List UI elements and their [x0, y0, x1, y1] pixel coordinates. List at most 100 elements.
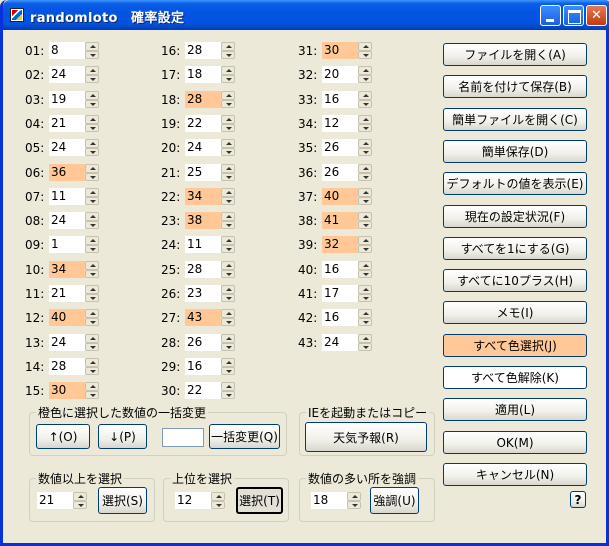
spin-up-icon[interactable]	[85, 42, 99, 51]
spin-up-icon[interactable]	[358, 334, 372, 343]
probability-value[interactable]: 16	[322, 91, 358, 108]
spin-down-icon[interactable]	[221, 390, 235, 399]
spin-down-icon[interactable]	[358, 50, 372, 59]
spin-down-icon[interactable]	[358, 172, 372, 181]
apply-button[interactable]: 適用(L)	[443, 398, 587, 421]
open-file-button[interactable]: ファイルを開く(A)	[443, 43, 587, 66]
spin-up-icon[interactable]	[358, 309, 372, 318]
add-ten-all-button[interactable]: すべてに10プラス(H)	[443, 269, 587, 292]
spin-down-icon[interactable]	[85, 147, 99, 156]
spin-up-icon[interactable]	[85, 139, 99, 148]
probability-value[interactable]: 11	[185, 236, 221, 253]
probability-spinner[interactable]: 16	[322, 309, 372, 326]
spin-up-icon[interactable]	[358, 212, 372, 221]
probability-spinner[interactable]: 34	[49, 261, 99, 278]
probability-value[interactable]: 36	[49, 164, 85, 181]
spin-up-icon[interactable]	[221, 382, 235, 391]
emphasize-value[interactable]: 18	[311, 492, 347, 509]
select-all-color-button[interactable]: すべて色選択(J)	[443, 334, 587, 357]
probability-value[interactable]: 30	[322, 42, 358, 59]
spin-up-icon[interactable]	[221, 115, 235, 124]
spin-down-icon[interactable]	[221, 220, 235, 229]
probability-value[interactable]: 17	[322, 285, 358, 302]
probability-value[interactable]: 24	[49, 212, 85, 229]
spin-down-icon[interactable]	[221, 293, 235, 302]
spin-down-icon[interactable]	[85, 317, 99, 326]
probability-value[interactable]: 1	[49, 236, 85, 253]
spin-down-icon[interactable]	[85, 123, 99, 132]
probability-spinner[interactable]: 24	[49, 139, 99, 156]
spin-down-icon[interactable]	[85, 269, 99, 278]
cancel-button[interactable]: キャンセル(N)	[443, 463, 587, 486]
spin-up-icon[interactable]	[358, 91, 372, 100]
probability-spinner[interactable]: 43	[185, 309, 235, 326]
probability-spinner[interactable]: 23	[185, 285, 235, 302]
spin-up-icon[interactable]	[358, 188, 372, 197]
spin-down-icon[interactable]	[358, 196, 372, 205]
probability-value[interactable]: 24	[49, 66, 85, 83]
probability-value[interactable]: 16	[322, 309, 358, 326]
probability-value[interactable]: 26	[322, 139, 358, 156]
probability-spinner[interactable]: 11	[49, 188, 99, 205]
top-value-spinner[interactable]: 12	[175, 492, 225, 509]
current-settings-button[interactable]: 現在の設定状況(F)	[443, 205, 587, 228]
weather-button[interactable]: 天気予報(R)	[305, 422, 427, 452]
probability-spinner[interactable]: 40	[322, 188, 372, 205]
probability-value[interactable]: 11	[49, 188, 85, 205]
clear-all-color-button[interactable]: すべて色解除(K)	[443, 366, 587, 389]
probability-value[interactable]: 25	[185, 164, 221, 181]
probability-spinner[interactable]: 24	[49, 66, 99, 83]
move-down-button[interactable]: ↓(P)	[98, 424, 147, 449]
spin-down-icon[interactable]	[85, 342, 99, 351]
spin-down-icon[interactable]	[73, 500, 87, 509]
probability-spinner[interactable]: 32	[322, 236, 372, 253]
spin-up-icon[interactable]	[85, 164, 99, 173]
select-top-button[interactable]: 選択(T)	[236, 487, 283, 514]
spin-up-icon[interactable]	[85, 309, 99, 318]
spin-up-icon[interactable]	[73, 492, 87, 501]
probability-spinner[interactable]: 19	[49, 91, 99, 108]
probability-spinner[interactable]: 20	[322, 66, 372, 83]
probability-spinner[interactable]: 30	[49, 382, 99, 399]
spin-down-icon[interactable]	[85, 99, 99, 108]
spin-up-icon[interactable]	[358, 236, 372, 245]
spin-down-icon[interactable]	[85, 220, 99, 229]
spin-down-icon[interactable]	[358, 342, 372, 351]
probability-value[interactable]: 24	[322, 334, 358, 351]
probability-spinner[interactable]: 21	[49, 115, 99, 132]
spin-down-icon[interactable]	[85, 244, 99, 253]
probability-value[interactable]: 24	[49, 334, 85, 351]
probability-value[interactable]: 43	[185, 309, 221, 326]
probability-spinner[interactable]: 8	[49, 42, 99, 59]
spin-up-icon[interactable]	[358, 285, 372, 294]
probability-spinner[interactable]: 30	[322, 42, 372, 59]
probability-spinner[interactable]: 40	[49, 309, 99, 326]
probability-spinner[interactable]: 16	[185, 358, 235, 375]
probability-value[interactable]: 20	[322, 66, 358, 83]
probability-value[interactable]: 16	[185, 358, 221, 375]
spin-down-icon[interactable]	[221, 342, 235, 351]
minimize-icon[interactable]	[540, 5, 561, 26]
spin-up-icon[interactable]	[85, 382, 99, 391]
spin-up-icon[interactable]	[85, 334, 99, 343]
spin-down-icon[interactable]	[221, 123, 235, 132]
help-button[interactable]: ?	[570, 491, 586, 508]
spin-down-icon[interactable]	[358, 293, 372, 302]
spin-up-icon[interactable]	[221, 66, 235, 75]
probability-value[interactable]: 23	[185, 285, 221, 302]
probability-value[interactable]: 28	[49, 358, 85, 375]
probability-value[interactable]: 24	[49, 139, 85, 156]
memo-button[interactable]: メモ(I)	[443, 301, 587, 324]
spin-up-icon[interactable]	[85, 236, 99, 245]
ok-button[interactable]: OK(M)	[443, 431, 587, 454]
spin-up-icon[interactable]	[221, 164, 235, 173]
probability-spinner[interactable]: 1	[49, 236, 99, 253]
spin-down-icon[interactable]	[221, 244, 235, 253]
probability-value[interactable]: 34	[185, 188, 221, 205]
spin-up-icon[interactable]	[85, 188, 99, 197]
maximize-icon[interactable]	[563, 5, 584, 26]
probability-value[interactable]: 30	[49, 382, 85, 399]
spin-up-icon[interactable]	[85, 261, 99, 270]
emphasize-value-spinner[interactable]: 18	[311, 492, 361, 509]
probability-value[interactable]: 28	[185, 42, 221, 59]
